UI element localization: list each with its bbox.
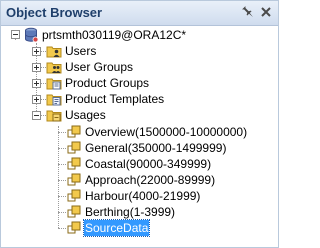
usage-icon: [67, 173, 81, 186]
tree-line: [58, 164, 66, 165]
usage-icon: [67, 125, 81, 138]
usage-icon: [67, 157, 81, 170]
usages-folder-icon: [46, 110, 62, 122]
close-icon[interactable]: [258, 4, 274, 20]
expand-toggle[interactable]: [32, 47, 41, 56]
tree-node-label[interactable]: Usages: [64, 107, 107, 123]
database-icon: [25, 27, 39, 43]
tree-node-label[interactable]: prtsmth030119@ORA12C*: [41, 27, 187, 43]
product-templates-folder-icon: [46, 94, 62, 106]
users-folder-icon: [46, 46, 62, 58]
panel-titlebar: Object Browser: [1, 1, 278, 26]
tree-node-label[interactable]: Berthing(1-3999): [84, 204, 176, 220]
object-browser-panel: Object Browser prtsmth030119@ORA12C* Use…: [0, 0, 279, 248]
pin-icon[interactable]: [240, 4, 256, 20]
object-tree: prtsmth030119@ORA12C* Users User Groups: [1, 26, 278, 247]
expand-toggle[interactable]: [32, 63, 41, 72]
usage-icon: [67, 205, 81, 218]
expand-toggle[interactable]: [32, 95, 41, 104]
expand-toggle[interactable]: [32, 79, 41, 88]
tree-line: [58, 132, 66, 133]
tree-node-label[interactable]: Coastal(90000-349999): [84, 156, 212, 172]
tree-node-label[interactable]: User Groups: [64, 59, 134, 75]
user-groups-folder-icon: [46, 62, 62, 74]
tree-node-label[interactable]: Approach(22000-89999): [84, 172, 216, 188]
tree-line: [58, 180, 66, 181]
tree-node-label[interactable]: Users: [64, 43, 97, 59]
tree-line: [58, 212, 66, 213]
tree-node-label[interactable]: Harbour(4000-21999): [84, 188, 201, 204]
tree-line: [58, 196, 66, 197]
panel-title: Object Browser: [6, 5, 103, 20]
tree-node-label[interactable]: General(350000-1499999): [84, 140, 227, 156]
tree-line: [58, 228, 66, 229]
usage-icon: [67, 221, 81, 234]
tree-node-label[interactable]: Product Templates: [64, 91, 165, 107]
usage-icon: [67, 141, 81, 154]
product-groups-folder-icon: [46, 78, 62, 90]
tree-node-label[interactable]: Overview(1500000-10000000): [84, 124, 248, 140]
usage-icon: [67, 189, 81, 202]
tree-node-label[interactable]: Product Groups: [64, 75, 150, 91]
tree-line: [58, 148, 66, 149]
tree-node-label-selected[interactable]: SourceData: [82, 219, 151, 237]
collapse-toggle[interactable]: [11, 30, 20, 39]
collapse-toggle[interactable]: [32, 111, 41, 120]
